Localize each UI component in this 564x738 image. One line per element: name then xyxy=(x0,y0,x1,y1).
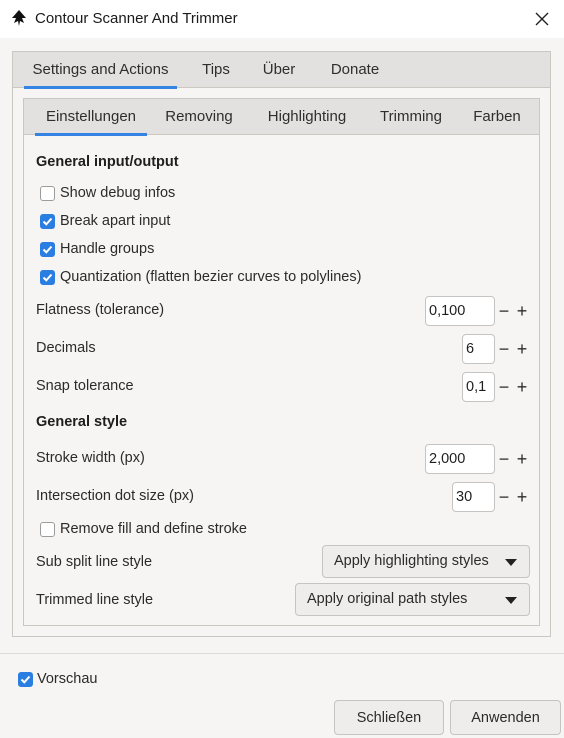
handle-groups-label: Handle groups xyxy=(60,241,155,257)
tab-einstellungen[interactable]: Einstellungen xyxy=(35,99,147,136)
decimals-increment-button[interactable]: + xyxy=(513,334,531,364)
preview-label: Vorschau xyxy=(37,671,98,687)
preview-checkbox[interactable] xyxy=(18,672,33,687)
stroke-width-increment-button[interactable]: + xyxy=(513,444,531,474)
snap-tolerance-input[interactable]: 0,1 xyxy=(462,372,495,402)
dot-size-label: Intersection dot size (px) xyxy=(36,488,194,504)
snap-tolerance-label: Snap tolerance xyxy=(36,378,134,394)
inner-tab-bar: Einstellungen Removing Highlighting Trim… xyxy=(24,99,539,136)
trimmed-style-label: Trimmed line style xyxy=(36,592,154,608)
outer-tab-bar: Settings and Actions Tips Über Donate xyxy=(13,52,550,89)
sub-split-style-value: Apply highlighting styles xyxy=(334,553,489,569)
quantization-checkbox[interactable] xyxy=(40,270,55,285)
tab-removing[interactable]: Removing xyxy=(159,99,239,135)
section-title-general-io: General input/output xyxy=(36,154,179,170)
stroke-width-decrement-button[interactable]: − xyxy=(495,444,513,474)
apply-button[interactable]: Anwenden xyxy=(450,700,561,735)
tab-donate[interactable]: Donate xyxy=(315,52,395,88)
flatness-input[interactable]: 0,100 xyxy=(425,296,495,326)
sub-split-style-label: Sub split line style xyxy=(36,554,153,570)
flatness-label: Flatness (tolerance) xyxy=(36,302,165,318)
dropdown-arrow-icon xyxy=(505,597,517,604)
sub-split-style-dropdown[interactable]: Apply highlighting styles xyxy=(322,545,530,578)
checkmark-icon xyxy=(42,217,53,226)
tab-tips[interactable]: Tips xyxy=(189,52,243,88)
dot-size-input[interactable]: 30 xyxy=(452,482,495,512)
tab-uber[interactable]: Über xyxy=(253,52,305,88)
tab-settings-and-actions[interactable]: Settings and Actions xyxy=(24,52,177,89)
close-icon xyxy=(535,12,549,26)
decimals-label: Decimals xyxy=(36,340,96,356)
trimmed-style-value: Apply original path styles xyxy=(307,591,468,607)
separator xyxy=(0,653,564,654)
stroke-width-input[interactable]: 2,000 xyxy=(425,444,495,474)
checkmark-icon xyxy=(42,245,53,254)
decimals-input[interactable]: 6 xyxy=(462,334,495,364)
checkmark-icon xyxy=(42,273,53,282)
outer-notebook: Settings and Actions Tips Über Donate Ei… xyxy=(12,51,551,637)
break-apart-checkbox[interactable] xyxy=(40,214,55,229)
show-debug-label: Show debug infos xyxy=(60,185,176,201)
dot-size-spinbutton: 30 − + xyxy=(452,482,531,512)
close-window-button[interactable] xyxy=(524,4,560,34)
dot-size-increment-button[interactable]: + xyxy=(513,482,531,512)
snap-tolerance-spinbutton: 0,1 − + xyxy=(462,372,531,402)
flatness-decrement-button[interactable]: − xyxy=(495,296,513,326)
tab-highlighting[interactable]: Highlighting xyxy=(257,99,357,135)
quantization-label: Quantization (flatten bezier curves to p… xyxy=(60,269,362,285)
close-button[interactable]: Schließen xyxy=(334,700,444,735)
flatness-increment-button[interactable]: + xyxy=(513,296,531,326)
break-apart-label: Break apart input xyxy=(60,213,171,229)
checkmark-icon xyxy=(20,675,31,684)
stroke-width-spinbutton: 2,000 − + xyxy=(425,444,531,474)
remove-fill-label: Remove fill and define stroke xyxy=(60,521,247,537)
inner-notebook: Einstellungen Removing Highlighting Trim… xyxy=(23,98,540,626)
dot-size-decrement-button[interactable]: − xyxy=(495,482,513,512)
tab-trimming[interactable]: Trimming xyxy=(373,99,449,135)
inkscape-logo-icon xyxy=(12,10,26,26)
decimals-spinbutton: 6 − + xyxy=(462,334,531,364)
remove-fill-checkbox[interactable] xyxy=(40,522,55,537)
snap-tolerance-decrement-button[interactable]: − xyxy=(495,372,513,402)
trimmed-style-dropdown[interactable]: Apply original path styles xyxy=(295,583,530,616)
decimals-decrement-button[interactable]: − xyxy=(495,334,513,364)
show-debug-checkbox[interactable] xyxy=(40,186,55,201)
window-title: Contour Scanner And Trimmer xyxy=(35,10,238,27)
handle-groups-checkbox[interactable] xyxy=(40,242,55,257)
title-bar: Contour Scanner And Trimmer xyxy=(0,0,564,38)
stroke-width-label: Stroke width (px) xyxy=(36,450,145,466)
tab-farben[interactable]: Farben xyxy=(468,99,526,135)
flatness-spinbutton: 0,100 − + xyxy=(425,296,531,326)
section-title-general-style: General style xyxy=(36,414,128,430)
dropdown-arrow-icon xyxy=(505,559,517,566)
snap-tolerance-increment-button[interactable]: + xyxy=(513,372,531,402)
